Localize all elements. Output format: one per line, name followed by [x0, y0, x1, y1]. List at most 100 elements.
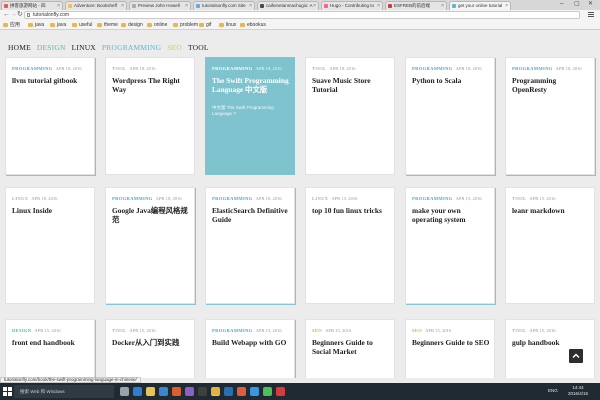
card-category[interactable]: PROGRAMMING: [512, 66, 553, 71]
minimize-icon[interactable]: –: [560, 0, 563, 9]
bookmark-item[interactable]: ebookus: [240, 21, 266, 29]
photoshop-icon[interactable]: [224, 387, 233, 396]
forward-arrow-icon[interactable]: →: [10, 10, 17, 20]
file-explorer-icon[interactable]: [146, 387, 155, 396]
scroll-to-top-button[interactable]: [569, 349, 583, 363]
browser-tab[interactable]: 拼客旅游网站 - 四 ×: [1, 1, 63, 10]
card-title[interactable]: Google Java编程风格规范: [112, 206, 192, 224]
article-card[interactable]: PROGRAMMING APR 18, 2016 Programming OpenR…: [505, 57, 595, 175]
card-title[interactable]: front end handbook: [12, 338, 92, 347]
card-title[interactable]: gulp handbook: [512, 338, 592, 347]
card-title[interactable]: Beginners Guide to SEO: [412, 338, 492, 347]
card-title[interactable]: Programming OpenResty: [512, 76, 592, 94]
article-card[interactable]: PROGRAMMING APR 18, 2016 The Swift Program…: [205, 57, 295, 175]
browser-menu-icon[interactable]: [588, 12, 594, 18]
bookmark-item[interactable]: linux: [219, 21, 236, 29]
browser-tab[interactable]: tutorialsonfly.com Site ×: [193, 1, 255, 10]
vscode-icon[interactable]: [250, 387, 259, 396]
bookmark-item[interactable]: online: [147, 21, 167, 29]
nav-item-tool[interactable]: TOOL: [188, 42, 209, 54]
store-icon[interactable]: [159, 387, 168, 396]
bookmark-item[interactable]: 应用: [3, 21, 20, 29]
close-window-icon[interactable]: ✕: [588, 0, 593, 9]
card-title[interactable]: llvm tutorial gitbook: [12, 76, 92, 85]
card-title[interactable]: Build Webapp with GO: [212, 338, 292, 347]
windows-start-icon[interactable]: [3, 387, 12, 396]
wechat-icon[interactable]: [263, 387, 272, 396]
reload-icon[interactable]: ↻: [17, 10, 23, 20]
tab-close-icon[interactable]: ×: [249, 2, 252, 10]
maximize-icon[interactable]: ▢: [574, 0, 580, 9]
card-category[interactable]: TOOL: [312, 66, 326, 71]
tab-close-icon[interactable]: ×: [185, 2, 188, 10]
card-category[interactable]: TOOL: [112, 328, 126, 333]
music-icon[interactable]: [276, 387, 285, 396]
article-card[interactable]: TOOL APR 15, 2016 Docker从入门到实践: [105, 319, 195, 378]
card-category[interactable]: LINUX: [12, 196, 28, 201]
card-title[interactable]: Beginners Guide to Social Market: [312, 338, 392, 356]
card-category[interactable]: PROGRAMMING: [412, 66, 453, 71]
task-view-icon[interactable]: [120, 387, 129, 396]
card-title[interactable]: Suave Music Store Tutorial: [312, 76, 392, 94]
language-indicator[interactable]: ENG: [548, 388, 558, 394]
article-card[interactable]: TOOL APR 18, 2016 Suave Music Store Tutori…: [305, 57, 395, 175]
edge-browser-icon[interactable]: [133, 387, 142, 396]
tab-close-icon[interactable]: ×: [505, 2, 508, 10]
card-category[interactable]: LINUX: [312, 196, 328, 201]
card-category[interactable]: PROGRAMMING: [212, 328, 253, 333]
card-title[interactable]: leanr markdown: [512, 206, 592, 215]
browser-tab[interactable]: ESFREB的前后端 ×: [385, 1, 447, 10]
nav-item-home[interactable]: HOME: [8, 42, 31, 54]
tab-close-icon[interactable]: ×: [313, 2, 316, 10]
article-card[interactable]: TOOL APR 18, 2016 Wordpress The Right Way: [105, 57, 195, 175]
java-icon[interactable]: [172, 387, 181, 396]
nav-item-linux[interactable]: LINUX: [72, 42, 96, 54]
bookmark-item[interactable]: gif: [199, 21, 211, 29]
tab-close-icon[interactable]: ×: [441, 2, 444, 10]
article-card[interactable]: PROGRAMMING APR 18, 2016 Google Java编程风格规范: [105, 187, 195, 304]
taskbar-search-input[interactable]: 搜索 Web 和 Windows: [14, 385, 114, 398]
browser-tab[interactable]: Adventure: Booksheff ×: [65, 1, 127, 10]
card-category[interactable]: TOOL: [512, 328, 526, 333]
card-title[interactable]: Docker从入门到实践: [112, 338, 192, 347]
clock[interactable]: 14:44 2016/4/15: [568, 385, 588, 397]
article-card[interactable]: LINUX APR 15, 2016 top 10 fun linux tricks: [305, 187, 395, 304]
nav-item-design[interactable]: DESIGN: [37, 42, 66, 54]
article-card[interactable]: TOOL APR 15, 2016 leanr markdown: [505, 187, 595, 304]
article-card[interactable]: PROGRAMMING APR 15, 2016 Build Webapp with…: [205, 319, 295, 378]
card-category[interactable]: PROGRAMMING: [412, 196, 453, 201]
tab-close-icon[interactable]: ×: [377, 2, 380, 10]
browser-tab[interactable]: caifeinetanmachugio: A ×: [257, 1, 319, 10]
card-category[interactable]: TOOL: [512, 196, 526, 201]
browser-tab[interactable]: get your online tutorial ×: [449, 1, 511, 10]
chrome-icon[interactable]: [211, 387, 220, 396]
article-card[interactable]: DESIGN APR 15, 2016 front end handbook: [5, 319, 95, 378]
card-title[interactable]: make your own operating system: [412, 206, 492, 224]
card-title[interactable]: Python to Scala: [412, 76, 492, 85]
card-category[interactable]: TOOL: [112, 66, 126, 71]
bookmark-item[interactable]: useful: [72, 21, 92, 29]
card-category[interactable]: PROGRAMMING: [212, 196, 253, 201]
bookmark-item[interactable]: java: [50, 21, 66, 29]
card-category[interactable]: SEO: [412, 328, 422, 333]
article-card[interactable]: LINUX APR 18, 2016 Linux Inside: [5, 187, 95, 304]
browser-tab[interactable]: Preview John Howell ×: [129, 1, 191, 10]
back-arrow-icon[interactable]: ←: [3, 10, 10, 20]
visual-studio-icon[interactable]: [185, 387, 194, 396]
card-category[interactable]: PROGRAMMING: [212, 66, 253, 71]
git-icon[interactable]: [237, 387, 246, 396]
card-title[interactable]: Wordpress The Right Way: [112, 76, 192, 94]
card-title[interactable]: ElasticSearch Definitive Guide: [212, 206, 292, 224]
card-category[interactable]: DESIGN: [12, 328, 31, 333]
terminal-icon[interactable]: [198, 387, 207, 396]
article-card[interactable]: PROGRAMMING APR 18, 2016 Python to Scala: [405, 57, 495, 175]
article-card[interactable]: PROGRAMMING APR 15, 2016 make your own ope…: [405, 187, 495, 304]
nav-item-programming[interactable]: PROGRAMMING: [102, 42, 161, 54]
article-card[interactable]: SEO APR 15, 2016 Beginners Guide to SEO: [405, 319, 495, 378]
article-card[interactable]: SEO APR 15, 2016 Beginners Guide to Social…: [305, 319, 395, 378]
article-card[interactable]: PROGRAMMING APR 18, 2016 ElasticSearch Def…: [205, 187, 295, 304]
article-card[interactable]: PROGRAMMING APR 18, 2016 llvm tutorial git…: [5, 57, 95, 175]
bookmark-item[interactable]: problem: [173, 21, 198, 29]
address-bar[interactable]: tutorialonfly.com: [24, 11, 580, 19]
card-category[interactable]: SEO: [312, 328, 322, 333]
